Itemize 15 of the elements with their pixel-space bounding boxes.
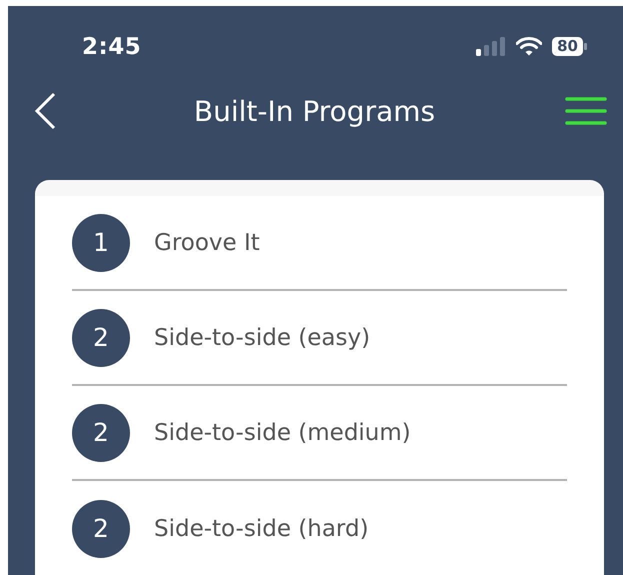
menu-button[interactable] xyxy=(565,97,607,125)
wifi-icon xyxy=(516,36,542,56)
status-time: 2:45 xyxy=(82,34,142,60)
program-number: 2 xyxy=(72,404,130,462)
program-name[interactable]: Groove It xyxy=(154,230,260,256)
program-name[interactable]: Side-to-side (easy) xyxy=(154,324,370,350)
program-number: 2 xyxy=(72,308,130,366)
back-button[interactable] xyxy=(34,92,56,130)
page-title: Built-In Programs xyxy=(192,94,436,128)
program-number: 1 xyxy=(72,214,130,272)
program-name[interactable]: Side-to-side (hard) xyxy=(154,516,369,542)
program-name[interactable]: Side-to-side (medium) xyxy=(154,420,411,446)
signal-icon xyxy=(476,36,506,56)
program-number: 2 xyxy=(72,500,130,558)
battery-indicator: 80 xyxy=(552,36,587,56)
